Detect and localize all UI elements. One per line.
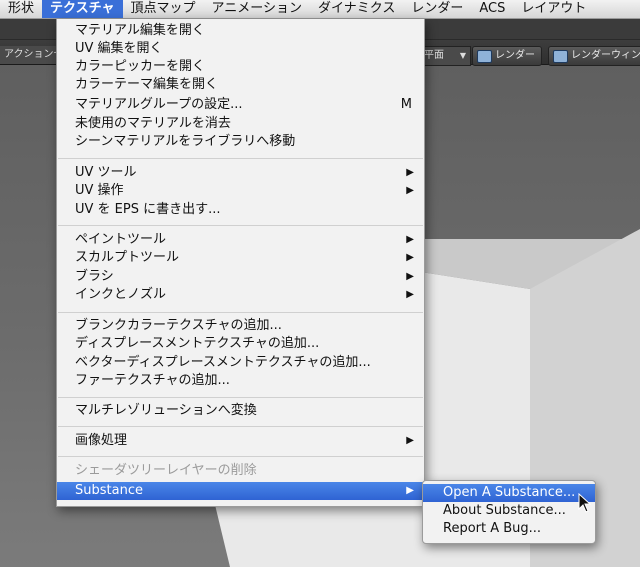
submenu-arrow-icon: ▶ [406,234,414,245]
menu-item-label: マテリアル編集を開く [75,23,205,38]
menu-item-label: UV を EPS に書き出す... [75,202,221,217]
menu-acs[interactable]: ACS [471,0,513,18]
menu-item-open-material-editor[interactable]: マテリアル編集を開く [57,22,424,40]
menu-item-label: ファーテクスチャの追加... [75,373,230,388]
render-icon [477,50,492,63]
menu-item-add-fur-texture[interactable]: ファーテクスチャの追加... [57,372,424,390]
menu-item-image-processing[interactable]: 画像処理 ▶ [57,432,424,450]
submenu-arrow-icon: ▶ [406,252,414,263]
menu-item-label: カラーテーマ編集を開く [75,77,219,92]
plane-dropdown-label: 平面 [424,50,444,61]
shortcut-label: M [400,97,412,112]
render-button[interactable]: レンダー [472,46,542,66]
menu-item-label: シーンマテリアルをライブラリへ移動 [75,134,296,149]
menu-separator [58,456,423,457]
menu-item-label: ブランクカラーテクスチャの追加... [75,318,282,333]
menu-item-label: UV ツール [75,165,137,180]
submenu-arrow-icon: ▶ [406,435,414,446]
menu-render[interactable]: レンダー [403,0,471,18]
menu-separator [58,426,423,427]
plane-dropdown[interactable]: 平面 ▼ [420,46,471,66]
menu-item-sculpt-tools[interactable]: スカルプトツール ▶ [57,249,424,267]
menu-item-label: カラーピッカーを開く [75,59,206,74]
menu-animation[interactable]: アニメーション [204,0,310,18]
menu-separator [58,158,423,159]
submenu-item-label: Report A Bug... [443,521,542,536]
menu-item-ink-and-nozzle[interactable]: インクとノズル ▶ [57,286,424,304]
menu-item-convert-to-multires[interactable]: マルチレゾリューションへ変換 [57,402,424,420]
menu-layout[interactable]: レイアウト [513,0,594,18]
submenu-item-about-substance[interactable]: About Substance... [423,502,595,520]
menu-item-add-blank-color-texture[interactable]: ブランクカラーテクスチャの追加... [57,317,424,335]
menu-item-substance[interactable]: Substance ▶ [57,482,424,500]
menu-item-label: UV 操作 [75,183,124,198]
menu-dynamics[interactable]: ダイナミクス [310,0,403,18]
menu-item-add-displacement-texture[interactable]: ディスプレースメントテクスチャの追加... [57,335,424,353]
mouse-pointer-icon [578,493,592,513]
render-window-icon [553,50,568,63]
menu-item-label: ベクターディスプレースメントテクスチャの追加... [75,355,371,370]
menu-item-label: 画像処理 [75,433,128,448]
menu-item-label: マテリアルグループの設定... [75,97,243,112]
menu-item-open-color-theme-editor[interactable]: カラーテーマ編集を開く [57,76,424,94]
menu-item-delete-shader-tree-layer: シェーダツリーレイヤーの削除 [57,462,424,480]
texture-menu: マテリアル編集を開く UV 編集を開く カラーピッカーを開く カラーテーマ編集を… [56,19,425,507]
menu-vertex-map[interactable]: 頂点マップ [123,0,204,18]
render-button-label: レンダー [495,50,535,61]
menu-item-label: Substance [75,483,143,498]
menu-item-export-uv-eps[interactable]: UV を EPS に書き出す... [57,201,424,219]
submenu-arrow-icon: ▶ [406,485,414,496]
menu-item-label: ディスプレースメントテクスチャの追加... [75,336,320,351]
submenu-item-open-substance[interactable]: Open A Substance... [423,484,595,502]
submenu-arrow-icon: ▶ [406,185,414,196]
submenu-arrow-icon: ▶ [406,167,414,178]
submenu-arrow-icon: ▶ [406,271,414,282]
menu-item-move-scene-materials[interactable]: シーンマテリアルをライブラリへ移動 [57,133,424,151]
menu-item-label: スカルプトツール [75,250,180,265]
menu-item-label: UV 編集を開く [75,41,163,56]
menu-item-label: インクとノズル [75,287,167,302]
submenu-item-label: About Substance... [443,503,566,518]
submenu-item-report-bug[interactable]: Report A Bug... [423,520,595,538]
menu-item-label: ペイントツール [75,232,167,247]
menu-item-material-group-settings[interactable]: マテリアルグループの設定... M [57,96,424,114]
menu-item-purge-unused-materials[interactable]: 未使用のマテリアルを消去 [57,115,424,133]
menu-item-open-uv-editor[interactable]: UV 編集を開く [57,40,424,58]
menu-shape[interactable]: 形状 [0,0,42,18]
menu-item-label: 未使用のマテリアルを消去 [75,116,231,131]
menu-texture[interactable]: テクスチャ [42,0,123,18]
menu-separator [58,397,423,398]
menu-item-open-color-picker[interactable]: カラーピッカーを開く [57,58,424,76]
substance-submenu: Open A Substance... About Substance... R… [422,480,596,544]
submenu-item-label: Open A Substance... [443,485,576,500]
menu-item-add-vector-displacement-texture[interactable]: ベクターディスプレースメントテクスチャの追加... [57,354,424,372]
menu-item-uv-tools[interactable]: UV ツール ▶ [57,164,424,182]
submenu-arrow-icon: ▶ [406,289,414,300]
render-window-button-label: レンダーウィン [571,50,640,61]
menu-item-label: マルチレゾリューションへ変換 [75,403,257,418]
menu-bar: 形状 テクスチャ 頂点マップ アニメーション ダイナミクス レンダー ACS レ… [0,0,640,19]
chevron-down-icon: ▼ [459,51,466,60]
menu-item-paint-tools[interactable]: ペイントツール ▶ [57,231,424,249]
menu-item-label: シェーダツリーレイヤーの削除 [75,463,257,478]
menu-item-brushes[interactable]: ブラシ ▶ [57,268,424,286]
menu-separator [58,312,423,313]
menu-separator [58,225,423,226]
menu-item-uv-operations[interactable]: UV 操作 ▶ [57,182,424,200]
menu-item-label: ブラシ [75,269,114,284]
render-window-button[interactable]: レンダーウィン [548,46,640,66]
